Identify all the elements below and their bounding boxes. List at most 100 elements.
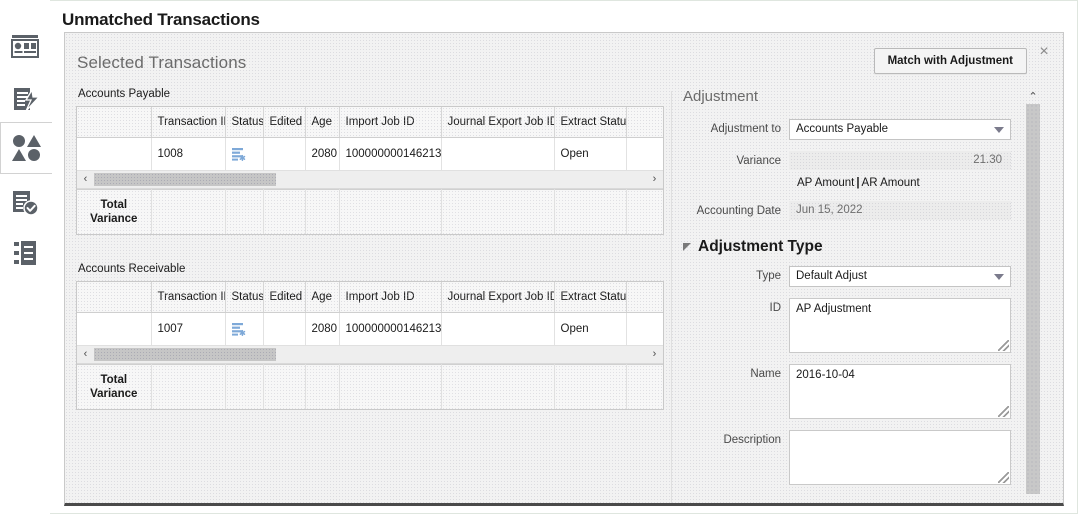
col-transaction-id[interactable]: Transaction ID [151, 107, 225, 138]
id-row: ID AP Adjustment [681, 298, 1011, 353]
panel-divider [671, 91, 672, 506]
col-extract-status[interactable]: Extract Status [554, 282, 626, 313]
id-label: ID [681, 298, 789, 314]
adjustment-type-header: Adjustment Type [683, 238, 1011, 256]
ap-amount-link[interactable]: AP Amount [797, 177, 854, 189]
accounting-date-row: Accounting Date Jun 15, 2022 [681, 201, 1011, 220]
col-overflow[interactable] [626, 282, 664, 313]
scroll-up-icon[interactable]: ⌃ [1025, 91, 1041, 104]
cell-age: 2080 [305, 313, 339, 346]
sidebar-item-reports[interactable] [0, 228, 50, 278]
reconciliations-icon [10, 189, 40, 217]
ar-amount-link[interactable]: AR Amount [862, 177, 920, 189]
col-status[interactable]: Status [225, 107, 263, 138]
cell-edited [263, 138, 305, 171]
table-row[interactable]: 1008 [77, 138, 664, 171]
col-edited[interactable]: Edited [263, 107, 305, 138]
total-cell-import-job-id [339, 190, 441, 235]
selected-transactions-heading: Selected Transactions [77, 53, 246, 73]
resize-grip-icon[interactable] [998, 406, 1009, 417]
col-blank[interactable] [77, 107, 151, 138]
adjustment-to-row: Adjustment to Accounts Payable [681, 119, 1011, 140]
col-status[interactable]: Status [225, 282, 263, 313]
match-with-adjustment-button[interactable]: Match with Adjustment [874, 48, 1027, 74]
col-edited[interactable]: Edited [263, 282, 305, 313]
scroll-right-icon[interactable]: › [646, 172, 663, 187]
cell-transaction-id: 1008 [151, 138, 225, 171]
ar-horizontal-scrollbar[interactable]: ‹ › [77, 345, 663, 364]
resize-grip-icon[interactable] [998, 472, 1009, 483]
sidebar-item-dashboard[interactable] [0, 22, 50, 72]
scroll-track[interactable] [1025, 104, 1041, 506]
col-import-job-id[interactable]: Import Job ID [339, 107, 441, 138]
scroll-thumb[interactable] [94, 348, 276, 361]
col-import-job-id[interactable]: Import Job ID [339, 282, 441, 313]
dashboard-icon [10, 34, 40, 60]
id-textarea[interactable]: AP Adjustment [789, 298, 1011, 353]
list-asterisk-icon [232, 147, 246, 161]
col-extract-status[interactable]: Extract Status [554, 107, 626, 138]
description-textarea[interactable] [789, 430, 1011, 485]
sidebar-item-reconciliations[interactable] [0, 178, 50, 228]
shapes-icon [11, 133, 43, 163]
unmatched-transactions-dialog: Match with Adjustment × Selected Transac… [64, 32, 1064, 506]
scroll-thumb[interactable] [1026, 104, 1040, 494]
total-cell-transaction-id [151, 365, 225, 410]
link-separator: | [856, 177, 859, 189]
type-select[interactable]: Default Adjust [789, 266, 1011, 287]
total-label-line1: Total [83, 198, 145, 212]
collapse-triangle-icon[interactable] [683, 243, 691, 251]
name-label: Name [681, 364, 789, 380]
description-row: Description [681, 430, 1011, 485]
col-age[interactable]: Age [305, 282, 339, 313]
accounts-receivable-total-table: Total Variance [77, 364, 664, 409]
scroll-left-icon[interactable]: ‹ [77, 172, 94, 187]
adjustment-to-select[interactable]: Accounts Payable [789, 119, 1011, 140]
cell-blank [77, 313, 151, 346]
total-cell-extract-status [554, 190, 626, 235]
sidebar-item-jobs[interactable] [0, 75, 50, 125]
cell-import-job-id: 100000000146213 [339, 138, 441, 171]
accounts-payable-section: Accounts Payable Transaction ID [76, 88, 664, 235]
scroll-track[interactable] [94, 172, 646, 187]
table-row[interactable]: 1007 [77, 313, 664, 346]
adjustment-to-label: Adjustment to [681, 119, 789, 135]
col-blank[interactable] [77, 282, 151, 313]
col-overflow[interactable] [626, 107, 664, 138]
cell-extract-status: Open [554, 313, 626, 346]
adjustment-panel: Adjustment Adjustment to Accounts Payabl… [681, 88, 1011, 496]
scroll-left-icon[interactable]: ‹ [77, 347, 94, 362]
close-icon[interactable]: × [1035, 43, 1053, 61]
total-cell-status [225, 190, 263, 235]
total-cell-edited [263, 190, 305, 235]
col-journal-export-job-id[interactable]: Journal Export Job ID [441, 107, 554, 138]
sidebar-item-matching[interactable] [0, 122, 52, 174]
total-variance-label-cell: Total Variance [77, 190, 151, 235]
resize-grip-icon[interactable] [998, 340, 1009, 351]
application-root: Unmatched Transactions Match with Adjust… [0, 0, 1080, 522]
scroll-track[interactable] [94, 347, 646, 362]
cell-journal-export-job-id [441, 313, 554, 346]
scroll-thumb[interactable] [94, 173, 276, 186]
page-title: Unmatched Transactions [62, 10, 260, 30]
total-cell-journal-export-job-id [441, 365, 554, 410]
total-label-line1: Total [83, 373, 145, 387]
col-transaction-id[interactable]: Transaction ID [151, 282, 225, 313]
col-journal-export-job-id[interactable]: Journal Export Job ID [441, 282, 554, 313]
scroll-right-icon[interactable]: › [646, 347, 663, 362]
name-textarea[interactable]: 2016-10-04 [789, 364, 1011, 419]
dialog-vertical-scrollbar[interactable]: ⌃ [1025, 91, 1041, 506]
total-variance-row: Total Variance [77, 365, 664, 410]
cell-edited [263, 313, 305, 346]
table-header-row: Transaction ID Status Edited Age Import … [77, 282, 664, 313]
table-header-row: Transaction ID Status Edited Age Import … [77, 107, 664, 138]
adjustment-heading: Adjustment [683, 88, 1011, 105]
accounts-receivable-section: Accounts Receivable Transaction ID [76, 263, 664, 410]
total-variance-label-cell: Total Variance [77, 365, 151, 410]
type-value: Default Adjust [796, 270, 867, 282]
total-variance-row: Total Variance [77, 190, 664, 235]
ap-horizontal-scrollbar[interactable]: ‹ › [77, 170, 663, 189]
col-age[interactable]: Age [305, 107, 339, 138]
id-value: AP Adjustment [796, 303, 871, 315]
variance-label: Variance [681, 151, 789, 167]
